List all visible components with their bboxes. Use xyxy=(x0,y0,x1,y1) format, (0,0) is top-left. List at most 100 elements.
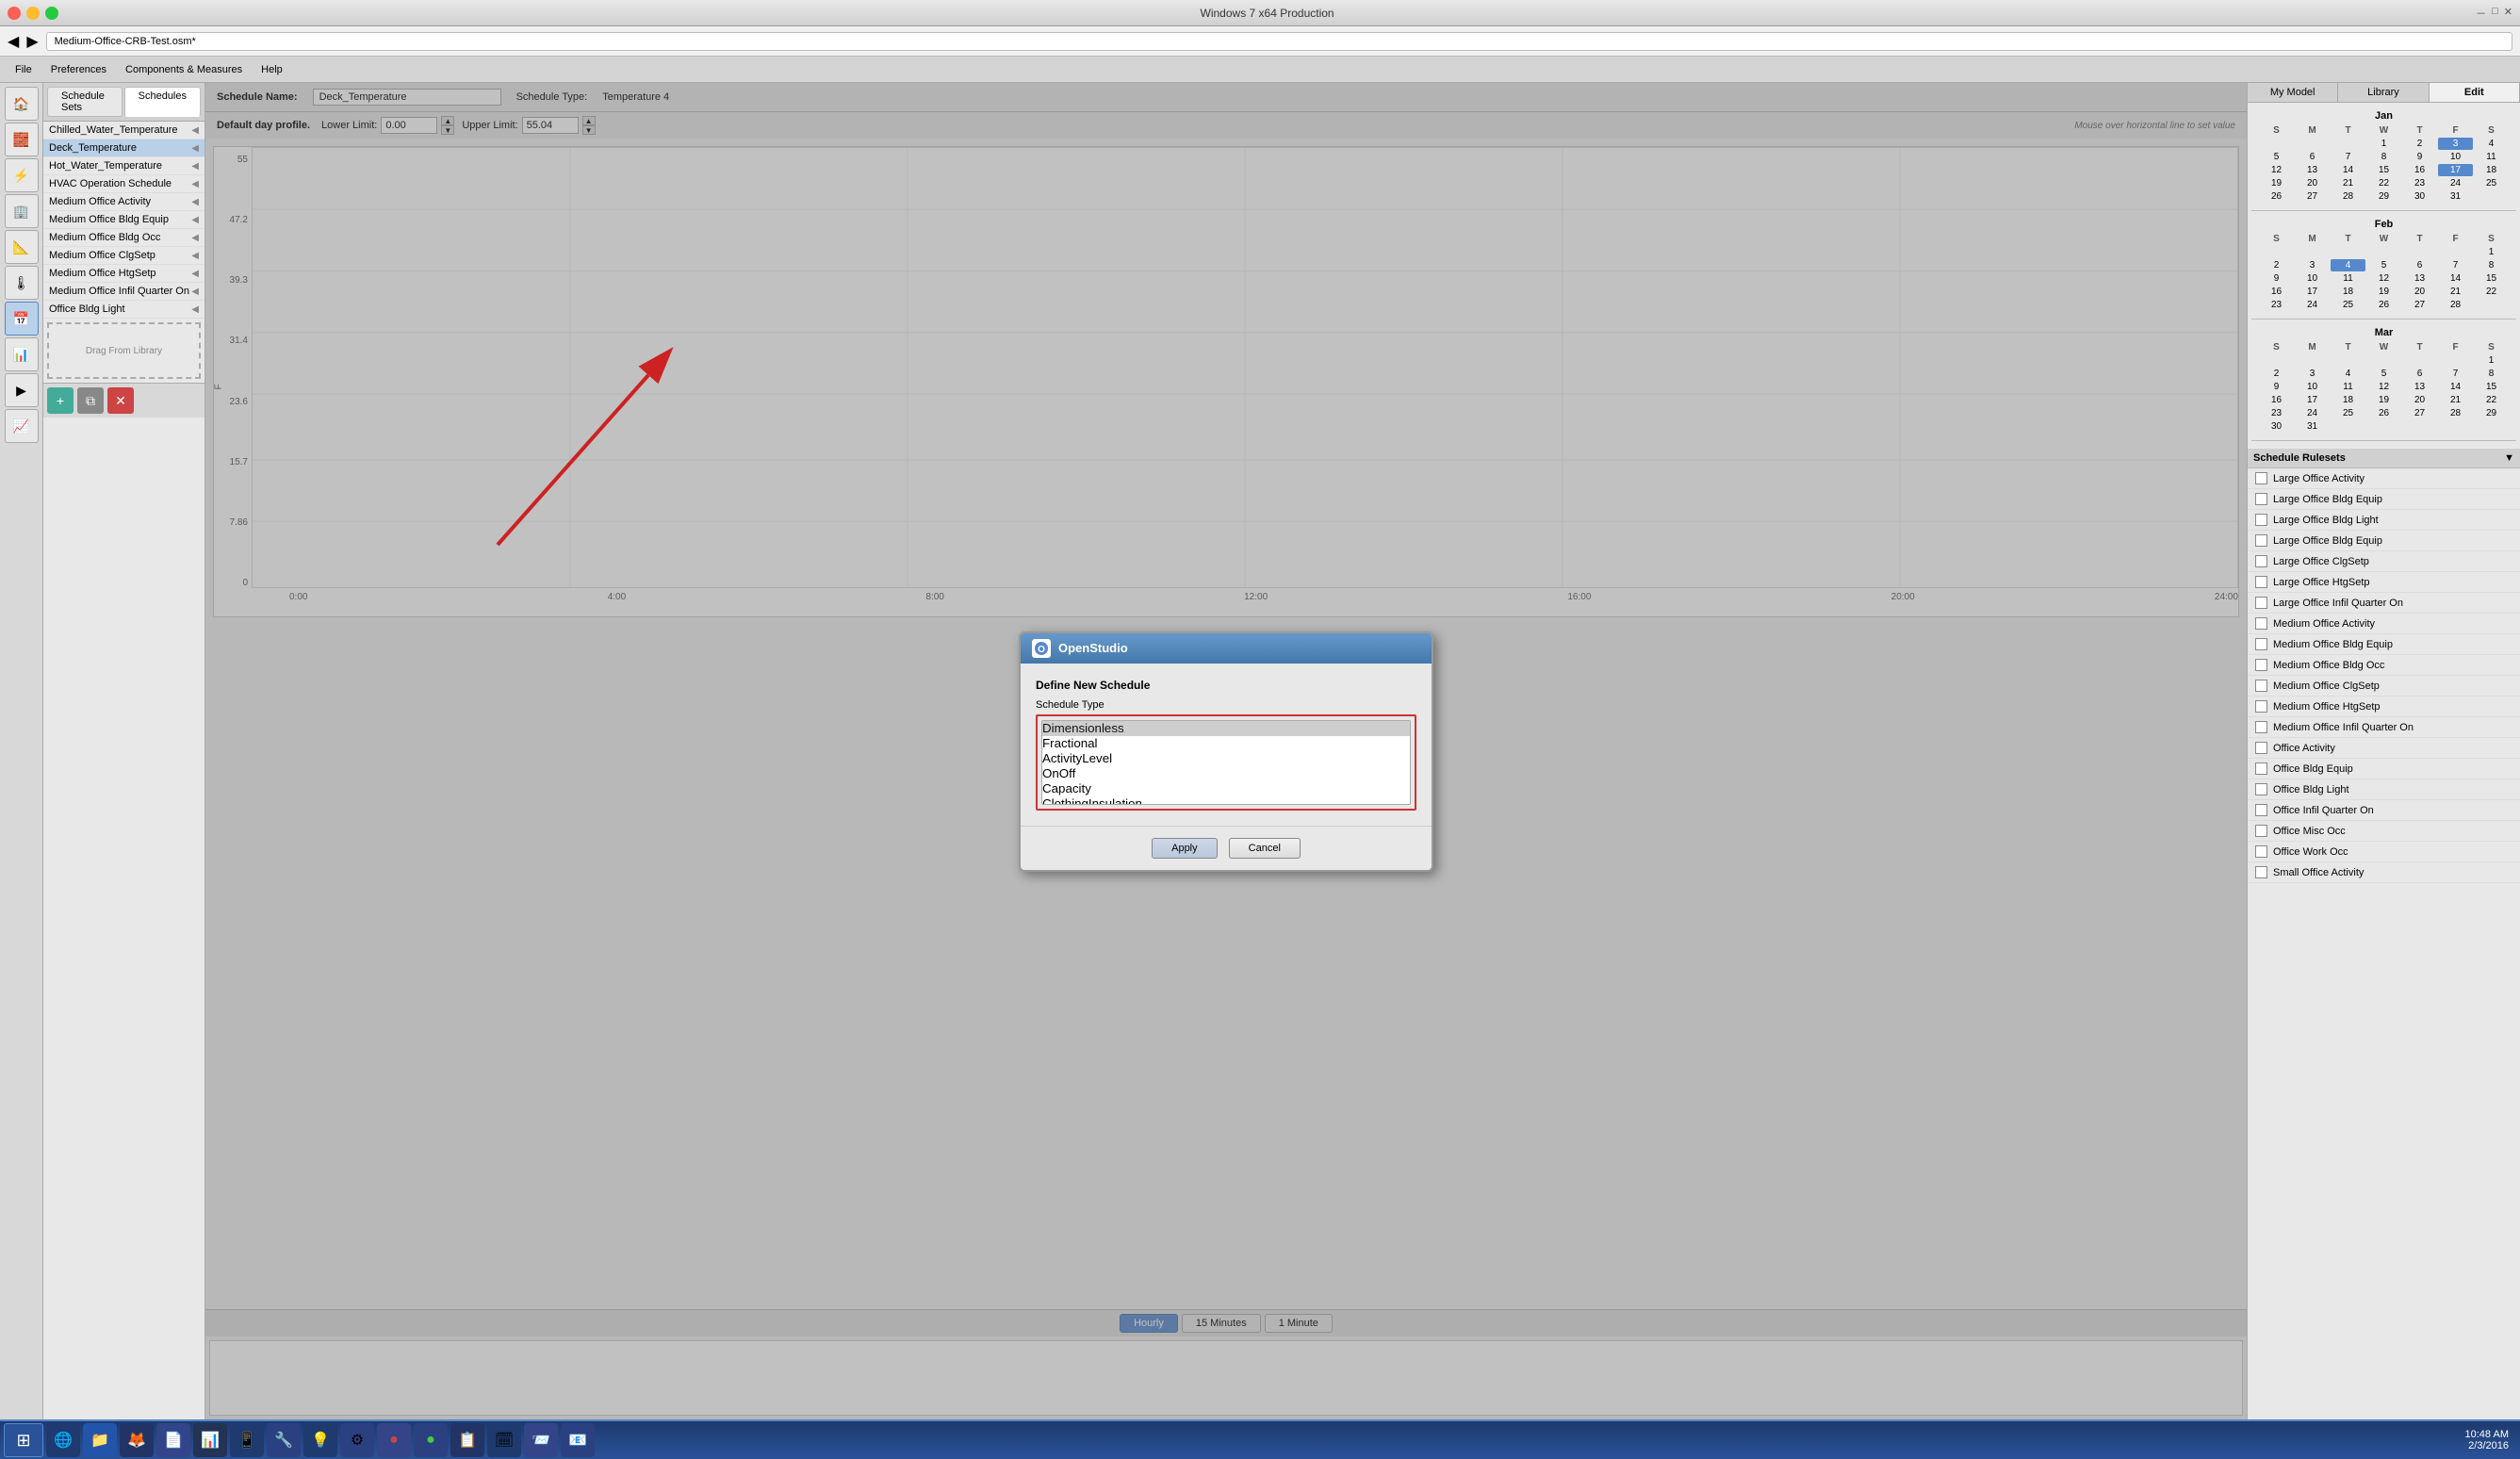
taskbar-app11[interactable]: 📨 xyxy=(524,1423,558,1457)
schedule-item[interactable]: Medium Office ClgSetp◀ xyxy=(43,247,205,265)
ruleset-checkbox[interactable] xyxy=(2255,534,2267,547)
ruleset-item[interactable]: Office Bldg Equip xyxy=(2248,759,2520,779)
taskbar-app12[interactable]: 📧 xyxy=(561,1423,595,1457)
ruleset-checkbox[interactable] xyxy=(2255,825,2267,837)
ruleset-item[interactable]: Large Office Infil Quarter On xyxy=(2248,593,2520,614)
tab-schedules[interactable]: Schedules xyxy=(124,87,201,117)
ruleset-item[interactable]: Large Office Bldg Equip xyxy=(2248,531,2520,551)
menu-components[interactable]: Components & Measures xyxy=(118,62,250,77)
ruleset-item[interactable]: Medium Office Bldg Occ xyxy=(2248,655,2520,676)
ruleset-checkbox[interactable] xyxy=(2255,804,2267,816)
ruleset-checkbox[interactable] xyxy=(2255,721,2267,733)
ruleset-item[interactable]: Medium Office HtgSetp xyxy=(2248,697,2520,717)
icon-run[interactable]: ▶ xyxy=(5,373,39,407)
schedule-item[interactable]: Medium Office HtgSetp◀ xyxy=(43,265,205,283)
icon-loads[interactable]: ⚡ xyxy=(5,158,39,192)
schedule-item[interactable]: Hot_Water_Temperature◀ xyxy=(43,157,205,175)
taskbar-browser[interactable]: 🦊 xyxy=(120,1423,154,1457)
ruleset-checkbox[interactable] xyxy=(2255,597,2267,609)
icon-schedules[interactable]: 📅 xyxy=(5,302,39,336)
ruleset-checkbox[interactable] xyxy=(2255,576,2267,588)
ruleset-item[interactable]: Office Misc Occ xyxy=(2248,821,2520,842)
listbox-option-capacity[interactable]: Capacity xyxy=(1042,781,1410,796)
menu-preferences[interactable]: Preferences xyxy=(43,62,114,77)
listbox-option-activity-level[interactable]: ActivityLevel xyxy=(1042,751,1410,766)
schedule-item[interactable]: Office Bldg Light◀ xyxy=(43,301,205,319)
ruleset-checkbox[interactable] xyxy=(2255,617,2267,630)
ruleset-item[interactable]: Medium Office Infil Quarter On xyxy=(2248,717,2520,738)
icon-measures[interactable]: 📊 xyxy=(5,337,39,371)
apply-button[interactable]: Apply xyxy=(1152,838,1218,859)
taskbar-app9[interactable]: 📋 xyxy=(450,1423,484,1457)
taskbar-app3[interactable]: 📱 xyxy=(230,1423,264,1457)
schedule-item[interactable]: Medium Office Bldg Equip◀ xyxy=(43,211,205,229)
icon-results[interactable]: 📈 xyxy=(5,409,39,443)
schedule-item[interactable]: HVAC Operation Schedule◀ xyxy=(43,175,205,193)
schedule-type-listbox[interactable]: Dimensionless Fractional ActivityLevel O… xyxy=(1041,720,1411,805)
taskbar-app7[interactable]: ● xyxy=(377,1423,411,1457)
ruleset-checkbox[interactable] xyxy=(2255,555,2267,567)
address-bar[interactable]: Medium-Office-CRB-Test.osm* xyxy=(46,32,2512,51)
tab-edit[interactable]: Edit xyxy=(2430,83,2520,102)
schedule-item[interactable]: Medium Office Activity◀ xyxy=(43,193,205,211)
ruleset-checkbox[interactable] xyxy=(2255,638,2267,650)
add-schedule-button[interactable]: + xyxy=(47,387,74,414)
icon-site[interactable]: 🏠 xyxy=(5,87,39,121)
tab-schedule-sets[interactable]: Schedule Sets xyxy=(47,87,123,117)
copy-schedule-button[interactable]: ⧉ xyxy=(77,387,104,414)
ruleset-checkbox[interactable] xyxy=(2255,700,2267,713)
ruleset-filter-icon[interactable]: ▼ xyxy=(2504,452,2514,464)
ruleset-item[interactable]: Office Work Occ xyxy=(2248,842,2520,862)
icon-constructions[interactable]: 🧱 xyxy=(5,123,39,156)
maximize-button[interactable] xyxy=(45,7,58,20)
icon-hvac[interactable]: 🌡 xyxy=(5,266,39,300)
delete-schedule-button[interactable]: ✕ xyxy=(107,387,134,414)
taskbar-app2[interactable]: 📊 xyxy=(193,1423,227,1457)
forward-button[interactable]: ▶ xyxy=(26,32,38,51)
ruleset-checkbox[interactable] xyxy=(2255,514,2267,526)
tab-my-model[interactable]: My Model xyxy=(2248,83,2338,102)
ruleset-item[interactable]: Large Office HtgSetp xyxy=(2248,572,2520,593)
ruleset-checkbox[interactable] xyxy=(2255,472,2267,484)
tab-library[interactable]: Library xyxy=(2338,83,2429,102)
taskbar-pdf[interactable]: 📄 xyxy=(156,1423,190,1457)
taskbar-app4[interactable]: 🔧 xyxy=(267,1423,301,1457)
ruleset-item[interactable]: Large Office Activity xyxy=(2248,468,2520,489)
back-button[interactable]: ◀ xyxy=(8,32,19,51)
ruleset-item[interactable]: Large Office Bldg Equip xyxy=(2248,489,2520,510)
ruleset-item[interactable]: Office Infil Quarter On xyxy=(2248,800,2520,821)
ruleset-checkbox[interactable] xyxy=(2255,680,2267,692)
ruleset-item[interactable]: Large Office Bldg Light xyxy=(2248,510,2520,531)
ruleset-checkbox[interactable] xyxy=(2255,659,2267,671)
listbox-option-fractional[interactable]: Fractional xyxy=(1042,736,1410,751)
ruleset-checkbox[interactable] xyxy=(2255,742,2267,754)
start-button[interactable]: ⊞ xyxy=(4,1423,43,1457)
close-button[interactable] xyxy=(8,7,21,20)
ruleset-checkbox[interactable] xyxy=(2255,762,2267,775)
ruleset-item[interactable]: Medium Office Activity xyxy=(2248,614,2520,634)
ruleset-item[interactable]: Small Office Activity xyxy=(2248,862,2520,883)
ruleset-item[interactable]: Office Activity xyxy=(2248,738,2520,759)
menu-file[interactable]: File xyxy=(8,62,40,77)
ruleset-item[interactable]: Large Office ClgSetp xyxy=(2248,551,2520,572)
ruleset-checkbox[interactable] xyxy=(2255,845,2267,858)
listbox-option-onoff[interactable]: OnOff xyxy=(1042,766,1410,781)
ruleset-item[interactable]: Medium Office Bldg Equip xyxy=(2248,634,2520,655)
ruleset-item[interactable]: Office Bldg Light xyxy=(2248,779,2520,800)
taskbar-app5[interactable]: 💡 xyxy=(303,1423,337,1457)
taskbar-ie[interactable]: 🌐 xyxy=(46,1423,80,1457)
listbox-option-dimensionless[interactable]: Dimensionless xyxy=(1042,721,1410,736)
taskbar-app10[interactable]: 🗓 xyxy=(487,1423,521,1457)
minimize-button[interactable] xyxy=(26,7,40,20)
icon-geometry[interactable]: 📐 xyxy=(5,230,39,264)
schedule-item[interactable]: Medium Office Infil Quarter On◀ xyxy=(43,283,205,301)
menu-help[interactable]: Help xyxy=(254,62,290,77)
ruleset-checkbox[interactable] xyxy=(2255,493,2267,505)
schedule-item[interactable]: Deck_Temperature◀ xyxy=(43,139,205,157)
cancel-button[interactable]: Cancel xyxy=(1229,838,1301,859)
icon-space-types[interactable]: 🏢 xyxy=(5,194,39,228)
ruleset-checkbox[interactable] xyxy=(2255,866,2267,878)
schedule-item[interactable]: Chilled_Water_Temperature◀ xyxy=(43,122,205,139)
drag-library-box[interactable]: Drag From Library xyxy=(47,322,201,379)
taskbar-app6[interactable]: ⚙ xyxy=(340,1423,374,1457)
